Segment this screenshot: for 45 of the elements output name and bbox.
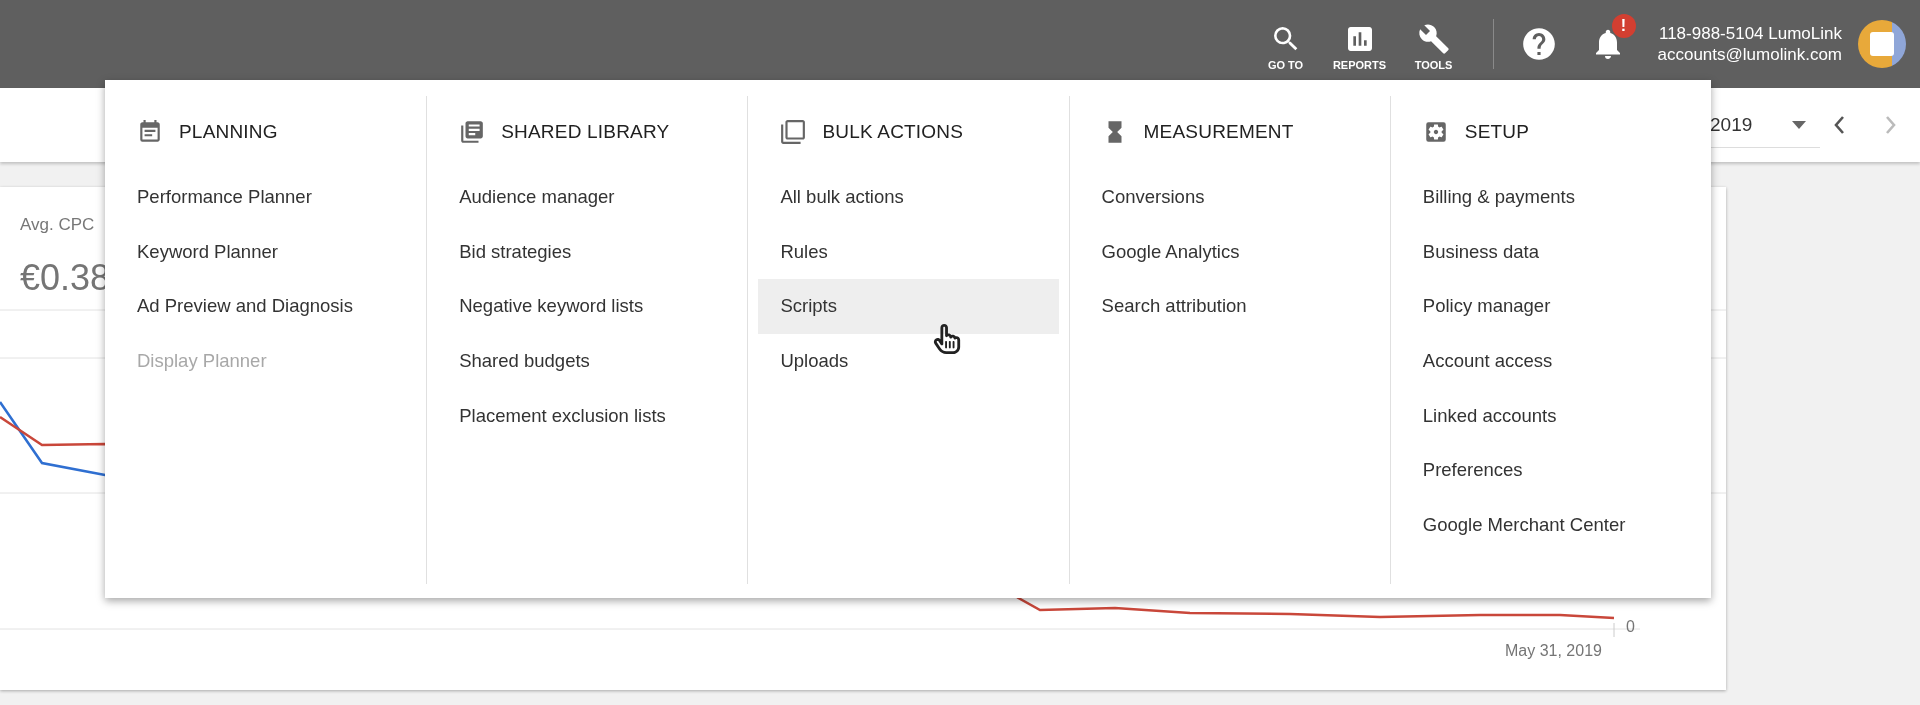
menu-item[interactable]: Placement exclusion lists <box>437 388 738 443</box>
menu-item[interactable]: Shared budgets <box>437 333 738 389</box>
alert-badge: ! <box>1611 14 1636 38</box>
menu-item[interactable]: Business data <box>1400 224 1701 280</box>
chevron-left-icon <box>1834 116 1845 134</box>
menu-item[interactable]: Negative keyword lists <box>437 279 738 334</box>
section-heading: PLANNING <box>179 121 278 143</box>
menu-item[interactable]: Conversions <box>1079 170 1380 225</box>
account-email: accounts@lumolink.com <box>1657 44 1842 65</box>
menu-item[interactable]: Bid strategies <box>437 224 738 280</box>
menu-item[interactable]: Keyword Planner <box>115 224 417 280</box>
menu-item[interactable]: Billing & payments <box>1400 170 1701 225</box>
library-icon <box>459 119 486 145</box>
menu-item[interactable]: Google Merchant Center <box>1400 497 1701 553</box>
chevron-right-icon <box>1885 116 1896 134</box>
section-heading: MEASUREMENT <box>1143 121 1294 143</box>
section-heading: SHARED LIBRARY <box>501 121 670 143</box>
menu-item[interactable]: Search attribution <box>1079 279 1380 334</box>
account-avatar[interactable] <box>1858 20 1906 68</box>
account-name: 118-988-5104 LumoLink <box>1658 23 1842 44</box>
menu-item[interactable]: Scripts <box>758 279 1059 334</box>
calendar-icon <box>137 119 163 145</box>
menu-item[interactable]: Preferences <box>1400 442 1701 498</box>
toolbar-button[interactable]: GO TO <box>1248 23 1323 71</box>
wrench-icon <box>1417 23 1450 55</box>
menu-item[interactable]: Performance Planner <box>115 170 417 225</box>
toolbar-button[interactable]: TOOLS <box>1396 23 1471 71</box>
section-heading: BULK ACTIONS <box>822 121 964 143</box>
hand-cursor-icon <box>932 324 962 354</box>
menu-item[interactable]: Google Analytics <box>1079 224 1380 280</box>
menu-item[interactable]: Policy manager <box>1400 279 1701 334</box>
menu-item[interactable]: Ad Preview and Diagnosis <box>115 279 417 334</box>
dropdown-caret-icon <box>1792 120 1806 129</box>
menu-item[interactable]: Uploads <box>758 333 1059 389</box>
menu-item[interactable]: Audience manager <box>437 170 738 225</box>
stacked-squares-icon <box>780 119 807 145</box>
metric-label: Avg. CPC <box>20 215 95 235</box>
axis-label: 0 <box>1626 618 1635 636</box>
menu-item[interactable]: Account access <box>1400 333 1701 389</box>
date-label: May 31, 2019 <box>1505 642 1602 660</box>
section-heading: SETUP <box>1464 121 1530 143</box>
menu-item[interactable]: Linked accounts <box>1400 388 1701 443</box>
menu-item[interactable]: All bulk actions <box>758 170 1059 225</box>
menu-item[interactable]: Rules <box>758 224 1059 280</box>
toolbar-button[interactable]: REPORTS <box>1322 23 1397 71</box>
